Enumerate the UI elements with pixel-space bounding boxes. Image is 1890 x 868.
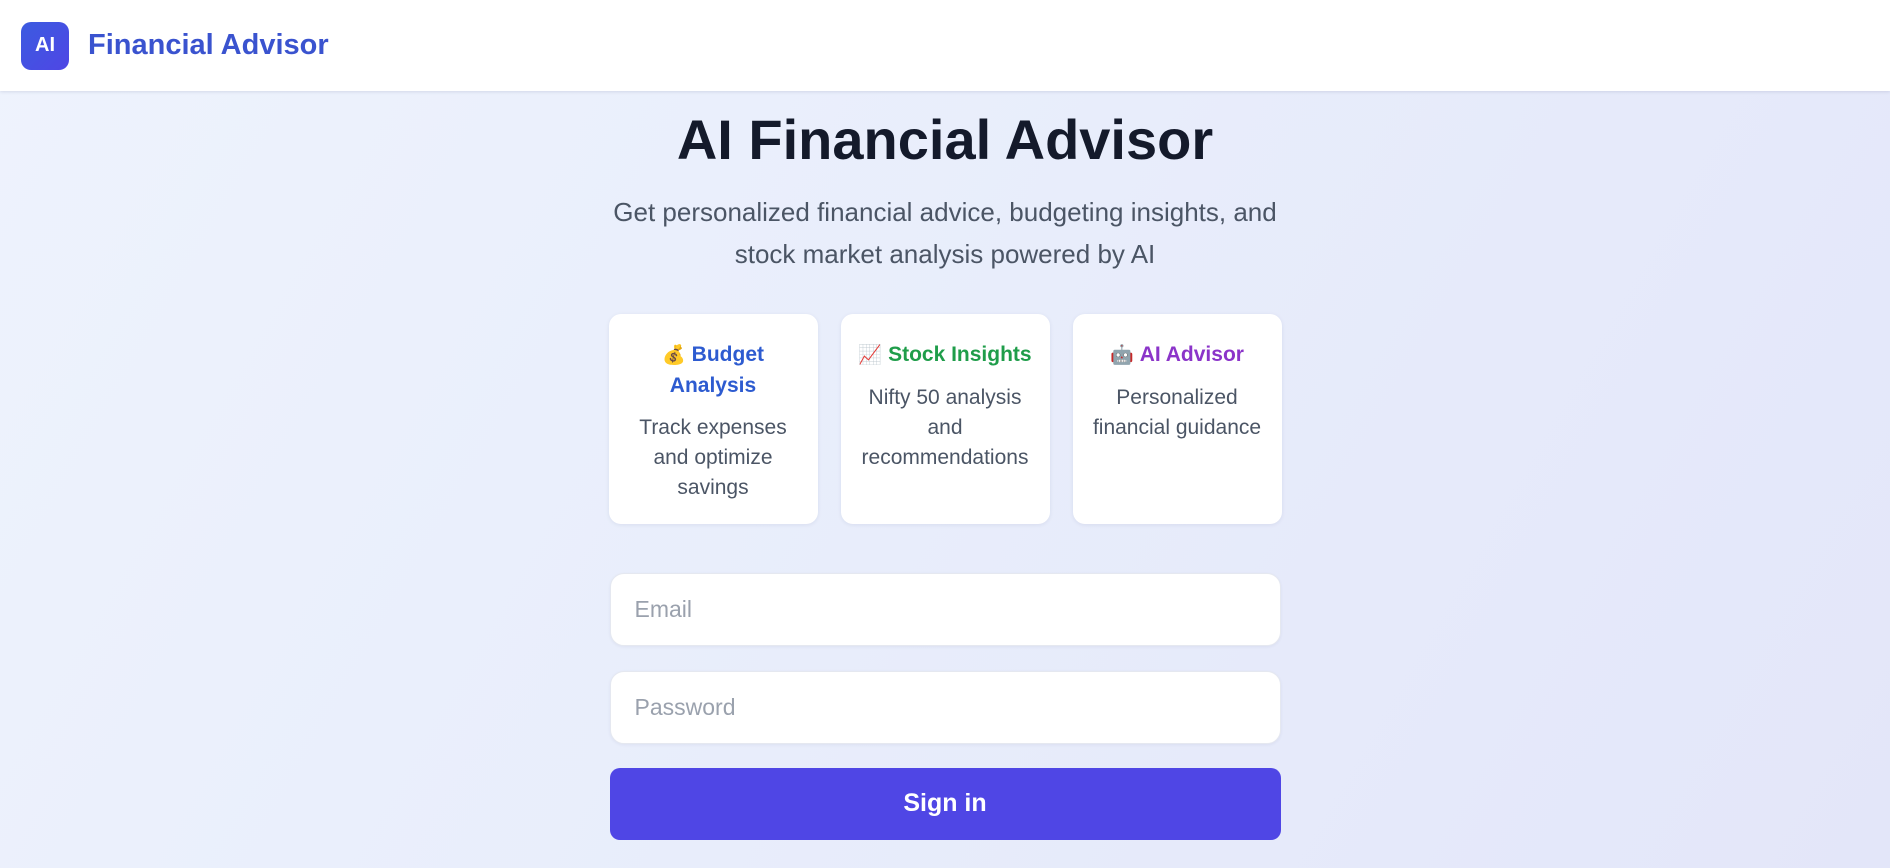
brand-name[interactable]: Financial Advisor (88, 29, 329, 62)
chart-increasing-icon: 📈 (858, 344, 883, 366)
logo-badge[interactable]: AI (21, 21, 69, 70)
page-title: AI Financial Advisor (676, 108, 1214, 171)
feature-card-budget: 💰 Budget Analysis Track expenses and opti… (608, 313, 818, 524)
page-subtitle: Get personalized financial advice, budge… (613, 196, 1277, 269)
feature-title: 💰 Budget Analysis (623, 340, 804, 401)
feature-description: Personalized financial guidance (1092, 385, 1262, 439)
feature-title: 📈 Stock Insights (858, 340, 1031, 371)
robot-icon: 🤖 (1110, 344, 1134, 366)
feature-cards: 💰 Budget Analysis Track expenses and opti… (608, 313, 1282, 524)
sign-in-button[interactable]: Sign in (609, 767, 1281, 840)
feature-title-text: Stock Insights (888, 342, 1032, 366)
feature-description: Track expenses and optimize savings (639, 415, 787, 499)
money-bag-icon: 💰 (662, 344, 686, 366)
top-navbar: AI Financial Advisor (0, 0, 1890, 91)
email-field-wrapper (609, 572, 1281, 646)
main-content: AI Financial Advisor Get personalized fi… (0, 91, 1890, 840)
feature-description: Nifty 50 analysis and recommendations (861, 385, 1029, 469)
password-field[interactable] (634, 693, 1280, 721)
feature-title-text: AI Advisor (1139, 342, 1244, 366)
feature-card-stock: 📈 Stock Insights Nifty 50 analysis and re… (840, 313, 1050, 524)
password-field-wrapper (609, 670, 1281, 744)
sign-in-form: Sign in (609, 572, 1281, 840)
feature-card-advisor: 🤖 AI Advisor Personalized financial guida… (1072, 313, 1282, 524)
feature-title: 🤖 AI Advisor (1110, 340, 1244, 371)
email-field[interactable] (634, 595, 1280, 623)
